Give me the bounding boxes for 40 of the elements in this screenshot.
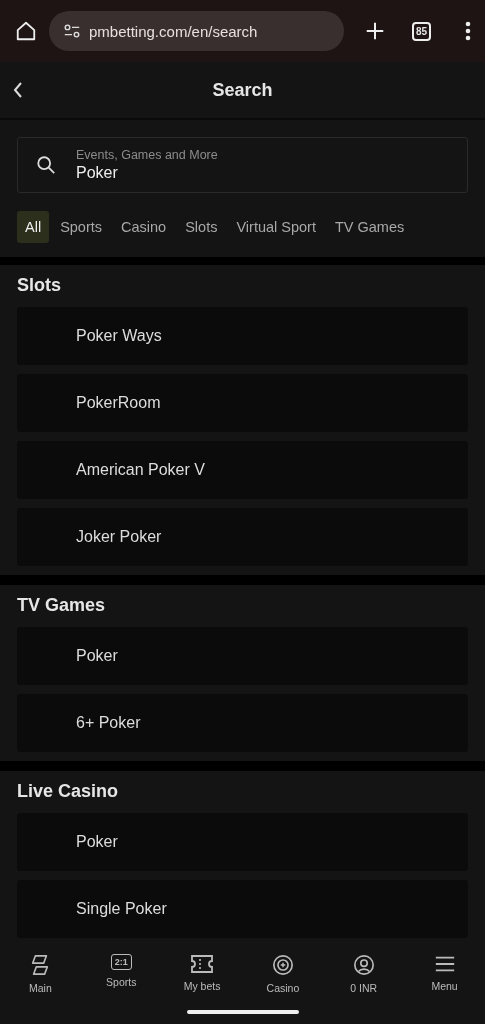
scoreboard-icon: 2:1 xyxy=(110,954,132,970)
result-item[interactable]: Single Poker xyxy=(17,880,468,938)
chip-icon xyxy=(271,954,294,976)
search-input[interactable]: Poker xyxy=(76,162,276,182)
back-icon[interactable] xyxy=(13,81,23,99)
result-item[interactable]: Joker Poker xyxy=(17,508,468,566)
result-item[interactable]: American Poker V xyxy=(17,441,468,499)
filter-tab[interactable]: Slots xyxy=(177,211,226,243)
home-icon[interactable] xyxy=(15,20,37,42)
url-text: pmbetting.com/en/search xyxy=(89,22,258,40)
nav-item[interactable]: 0 INR xyxy=(328,954,399,1000)
user-icon xyxy=(352,954,375,976)
search-icon xyxy=(36,155,56,175)
section-title: Slots xyxy=(17,275,62,296)
search-placeholder: Events, Games and More xyxy=(76,148,219,162)
nav-item[interactable]: Casino xyxy=(247,954,318,1000)
tab-count[interactable]: 85 xyxy=(411,21,431,41)
search-field[interactable]: Events, Games and More Poker xyxy=(17,137,468,193)
nav-item[interactable]: Main xyxy=(5,954,76,1000)
filter-tab[interactable]: All xyxy=(17,211,50,243)
nav-item[interactable]: My bets xyxy=(167,954,238,1000)
site-settings-icon[interactable] xyxy=(63,22,81,40)
section-title: TV Games xyxy=(17,595,107,616)
result-item[interactable]: 6+ Poker xyxy=(17,694,468,752)
result-item[interactable]: Poker xyxy=(17,813,468,871)
address-bar[interactable]: pmbetting.com/en/search xyxy=(49,11,344,51)
result-item[interactable]: PokerRoom xyxy=(17,374,468,432)
result-item[interactable]: Poker Ways xyxy=(17,307,468,365)
result-item[interactable]: Poker xyxy=(17,627,468,685)
nav-item[interactable]: 2:1 Sports xyxy=(86,954,157,1000)
filter-tab[interactable]: Virtual Sport xyxy=(228,211,324,243)
filter-tab[interactable]: TV Games xyxy=(326,211,405,243)
section-title: Live Casino xyxy=(17,781,120,802)
filter-tab[interactable]: Sports xyxy=(52,211,111,243)
filter-tab[interactable]: Casino xyxy=(113,211,175,243)
more-icon[interactable] xyxy=(465,21,471,41)
page-title: Search xyxy=(212,79,273,101)
ticket-icon xyxy=(190,954,215,974)
menu-icon xyxy=(433,954,456,974)
nav-item[interactable]: Menu xyxy=(409,954,480,1000)
